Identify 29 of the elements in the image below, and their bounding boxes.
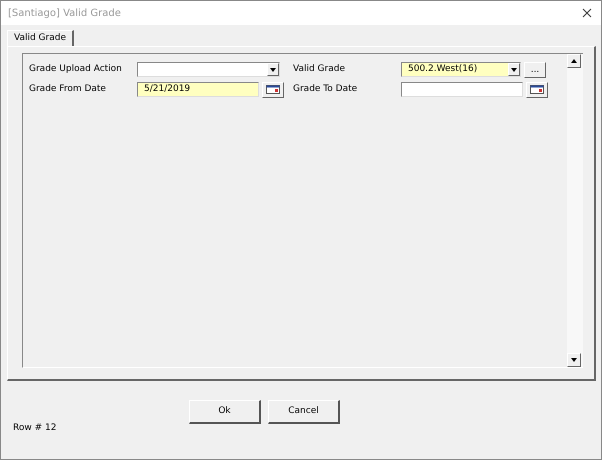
window-title: [Santiago] Valid Grade	[8, 6, 121, 20]
field-label: Grade To Date	[293, 83, 358, 96]
up-arrow-icon	[571, 59, 577, 63]
dropdown-button[interactable]	[508, 63, 520, 76]
dropdown-field[interactable]	[137, 62, 280, 77]
date-field[interactable]: 5/21/2019	[137, 82, 259, 97]
calendar-button[interactable]	[262, 82, 284, 98]
calendar-icon	[266, 85, 280, 94]
close-icon	[582, 8, 592, 18]
calendar-button[interactable]	[526, 82, 548, 98]
date-field[interactable]	[401, 82, 523, 97]
close-button[interactable]	[580, 6, 594, 20]
field-label: Grade From Date	[29, 83, 107, 96]
field-label: Valid Grade	[293, 63, 346, 76]
dropdown-button[interactable]	[267, 63, 279, 76]
dropdown-field[interactable]: 500.2.West(16)	[401, 62, 521, 77]
down-arrow-icon	[571, 358, 577, 362]
scroll-up-button[interactable]	[567, 54, 581, 68]
caret-icon	[270, 68, 276, 72]
tab[interactable]: Valid Grade	[7, 30, 74, 46]
cancel-button[interactable]: Cancel	[268, 400, 340, 424]
ok-button[interactable]: Ok	[189, 400, 261, 424]
field-label: Grade Upload Action	[29, 63, 123, 76]
caret-icon	[511, 68, 517, 72]
scrollbar[interactable]	[567, 54, 583, 367]
scroll-down-button[interactable]	[567, 353, 581, 367]
calendar-icon	[530, 85, 544, 94]
row-number-label: Row # 12	[13, 422, 58, 434]
browse-button[interactable]: ...	[524, 62, 546, 78]
